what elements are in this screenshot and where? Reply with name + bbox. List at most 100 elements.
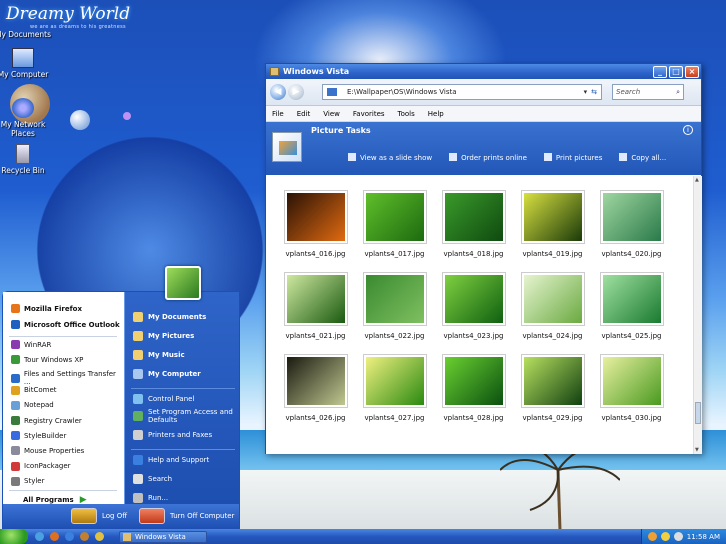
start-menu-item-label: IconPackager [24,462,71,471]
desktop-icon-recycle-bin[interactable]: Recycle Bin [0,144,58,175]
thumbnail-label: vplants4_016.jpg [285,250,346,258]
taskbar-app-windows-vista[interactable]: Windows Vista [119,530,207,543]
menu-file[interactable]: File [272,110,284,118]
tray-icon[interactable] [660,532,670,541]
address-bar[interactable]: E:\Wallpaper\OS\Windows Vista ▾ ⇆ [322,84,602,100]
start-menu-item[interactable]: Styler [11,476,44,486]
thumbnail-item[interactable]: vplants4_020.jpg [592,190,671,258]
thumbnail-frame [362,190,427,244]
start-menu-place[interactable]: My Music [133,350,238,360]
chevron-down-icon[interactable]: ▾ [580,88,592,96]
desktop-icon-my-documents[interactable]: My Documents [0,22,58,39]
start-menu-item-label: StyleBuilder [24,431,67,440]
start-menu-place[interactable]: My Pictures [133,331,238,341]
thumbnail-item[interactable]: vplants4_027.jpg [355,354,434,422]
volume-icon[interactable] [673,532,683,541]
start-menu-place[interactable]: My Computer [133,369,238,379]
thumbnail-item[interactable]: vplants4_017.jpg [355,190,434,258]
start-menu-item[interactable]: Microsoft Office Outlook [11,320,120,329]
scroll-up-arrow[interactable]: ▲ [695,177,701,183]
menu-favorites[interactable]: Favorites [353,110,385,118]
desktop-icon-label: My Computer [0,70,49,79]
thumbnail-frame [441,190,506,244]
thumbnail-label: vplants4_021.jpg [285,332,346,340]
thumbnail-item[interactable]: vplants4_018.jpg [434,190,513,258]
task-copy-all[interactable]: Copy all... [619,153,666,162]
search-icon[interactable]: ⌕ [676,88,683,97]
window-titlebar[interactable]: Windows Vista _ □ × [266,64,701,79]
thumbnail-item[interactable]: vplants4_019.jpg [513,190,592,258]
vertical-scrollbar[interactable]: ▲ ▼ [693,176,702,454]
start-menu-item[interactable]: BitComet [11,385,57,395]
media-player-icon[interactable] [80,532,89,541]
back-button[interactable]: ◀ [270,84,286,100]
program-icon [11,476,20,486]
desktop-icon-my-computer[interactable]: My Computer [0,48,58,79]
start-menu-item[interactable]: Mouse Properties [11,446,84,456]
task-slideshow[interactable]: View as a slide show [348,153,432,162]
turn-off-button[interactable]: Turn Off Computer [139,508,234,524]
menu-help[interactable]: Help [428,110,444,118]
start-menu-item[interactable]: Registry Crawler [11,416,82,425]
start-menu-place[interactable]: Set Program Access and Defaults [133,408,238,424]
menu-tools[interactable]: Tools [398,110,415,118]
scroll-down-arrow[interactable]: ▼ [695,447,701,453]
thumbnail-item[interactable]: vplants4_030.jpg [592,354,671,422]
start-menu-place-label: Run... [148,494,169,502]
start-menu-item-label: Registry Crawler [24,416,82,425]
maximize-button[interactable]: □ [669,65,683,78]
thumbnail-item[interactable]: vplants4_029.jpg [513,354,592,422]
user-avatar[interactable] [165,266,201,300]
clock[interactable]: 11:58 AM [687,533,720,541]
start-menu-place[interactable]: Help and Support [133,455,238,465]
show-desktop-icon[interactable] [35,532,44,541]
search-input[interactable]: Search ⌕ [612,84,684,100]
minimize-button[interactable]: _ [653,65,667,78]
start-menu-item[interactable]: StyleBuilder [11,431,67,441]
task-order-prints[interactable]: Order prints online [449,153,527,162]
menu-view[interactable]: View [323,110,340,118]
refresh-icon[interactable]: ⇆ [591,88,601,96]
start-button[interactable] [0,529,28,544]
tray-icon[interactable] [647,532,657,541]
close-button[interactable]: × [685,65,699,78]
start-menu-item[interactable]: IconPackager [11,461,71,471]
start-menu-item[interactable]: Notepad [11,400,54,410]
thumbnail-image [602,357,661,405]
log-off-button[interactable]: Log Off [71,508,127,524]
start-menu-place[interactable]: My Documents [133,312,238,322]
desktop-icon-network[interactable]: My Network Places [0,98,58,138]
firefox-icon[interactable] [50,532,59,541]
internet-explorer-icon[interactable] [65,532,74,541]
forward-button[interactable]: ▶ [288,84,304,100]
thumbnail-item[interactable]: vplants4_024.jpg [513,272,592,340]
thumbnail-item[interactable]: vplants4_023.jpg [434,272,513,340]
start-menu-item-label: WinRAR [24,340,52,349]
start-menu-place[interactable]: Search [133,474,238,484]
program-icon [11,355,20,365]
separator [9,336,117,337]
thumbnail-item[interactable]: vplants4_026.jpg [276,354,355,422]
folder-icon[interactable] [95,532,104,541]
start-menu-item[interactable]: Tour Windows XP [11,355,83,365]
program-icon [11,416,20,425]
thumbnail-item[interactable]: vplants4_028.jpg [434,354,513,422]
thumbnail-item[interactable]: vplants4_016.jpg [276,190,355,258]
start-menu-place[interactable]: Printers and Faxes [133,430,238,440]
start-menu-place[interactable]: Control Panel [133,394,238,404]
start-menu-item[interactable]: Mozilla Firefox [11,304,82,313]
info-icon[interactable]: i [683,125,693,135]
task-print-pictures[interactable]: Print pictures [543,153,602,162]
start-menu-place-label: My Music [148,351,185,359]
scrollbar-thumb[interactable] [695,402,701,424]
thumbnail-item[interactable]: vplants4_025.jpg [592,272,671,340]
start-menu-place[interactable]: Run... [133,493,238,503]
menu-edit[interactable]: Edit [297,110,311,118]
all-programs-label: All Programs [23,496,74,504]
place-icon [133,430,143,440]
place-icon [133,493,143,503]
thumbnail-item[interactable]: vplants4_022.jpg [355,272,434,340]
start-menu-item[interactable]: Files and Settings Transfer ... [11,370,123,386]
start-menu-item[interactable]: WinRAR [11,340,51,349]
thumbnail-item[interactable]: vplants4_021.jpg [276,272,355,340]
